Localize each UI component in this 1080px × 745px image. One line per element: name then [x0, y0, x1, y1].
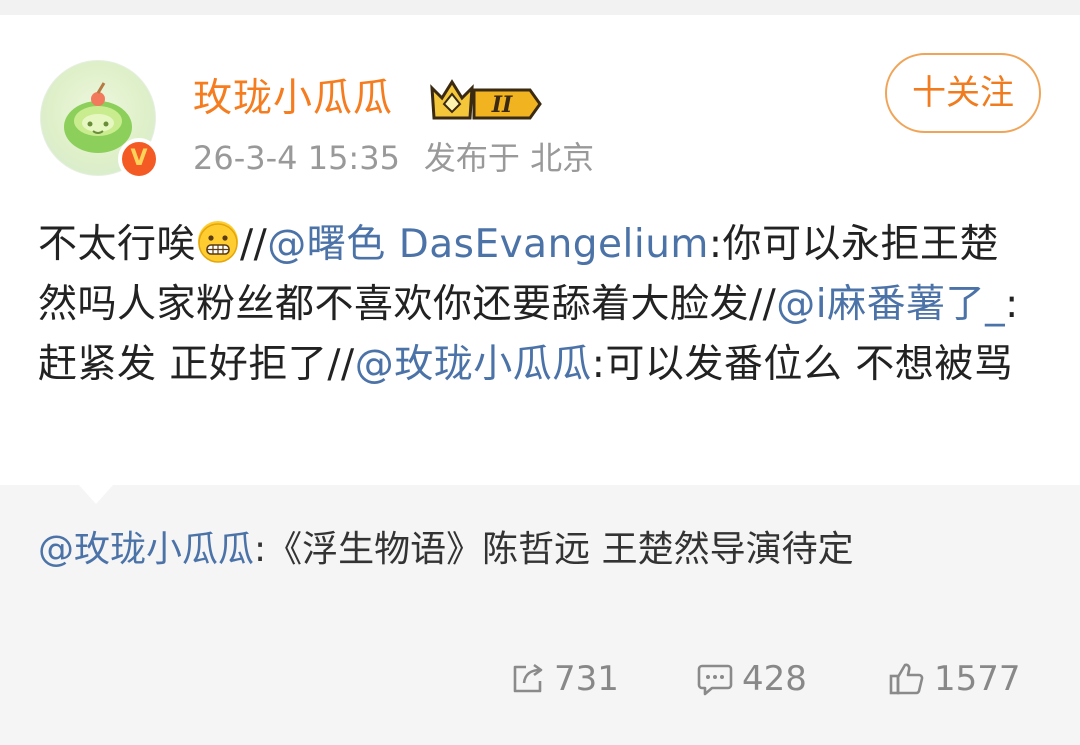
- repost-count: 731: [554, 659, 619, 699]
- comment-button[interactable]: 428: [696, 653, 807, 705]
- location: 发布于 北京: [423, 139, 595, 177]
- grimace-emoji: [198, 221, 239, 263]
- crown-level-icon: II: [430, 79, 542, 120]
- content-text: 不太行唉: [38, 222, 197, 267]
- comment-count: 428: [742, 659, 807, 699]
- username[interactable]: 玫珑小瓜瓜: [193, 67, 393, 123]
- verified-v-icon: V: [118, 138, 160, 180]
- comment-icon: [697, 664, 733, 696]
- top-divider: [0, 0, 1080, 15]
- original-post-section[interactable]: @玫珑小瓜瓜:《浮生物语》陈哲远 王楚然导演待定 731 428 1577: [0, 484, 1080, 745]
- content-separator: //: [240, 222, 268, 267]
- repost-icon: [513, 663, 543, 693]
- timestamp: 26-3-4 15:35: [193, 139, 400, 177]
- original-post-text: @玫珑小瓜瓜:《浮生物语》陈哲远 王楚然导演待定: [38, 521, 1038, 579]
- mention-link[interactable]: @玫珑小瓜瓜: [355, 342, 592, 387]
- mention-link[interactable]: @i麻番薯了_: [776, 282, 1005, 327]
- original-mention[interactable]: @玫珑小瓜瓜: [38, 529, 254, 570]
- repost-button[interactable]: 731: [510, 653, 619, 705]
- weibo-post-card: V 玫珑小瓜瓜 II 26-3-4 15:35 发布于 北京 十关注 不太行唉 //…: [0, 15, 1080, 485]
- content-text: :可以发番位么 不想被骂: [591, 342, 1014, 387]
- mention-link[interactable]: @曙色 DasEvangelium: [267, 222, 709, 267]
- level-badge-text: II: [491, 92, 513, 118]
- post-content: 不太行唉//@曙色 DasEvangelium:你可以永拒王楚然吗人家粉丝都不喜…: [38, 215, 1038, 395]
- thumbs-up-icon: [889, 663, 924, 695]
- follow-button[interactable]: 十关注: [885, 53, 1041, 133]
- post-meta: 26-3-4 15:35 发布于 北京: [193, 133, 594, 179]
- original-text: :《浮生物语》陈哲远 王楚然导演待定: [254, 529, 854, 570]
- like-button[interactable]: 1577: [888, 653, 1021, 705]
- quote-notch: [78, 484, 114, 504]
- like-count: 1577: [934, 659, 1021, 699]
